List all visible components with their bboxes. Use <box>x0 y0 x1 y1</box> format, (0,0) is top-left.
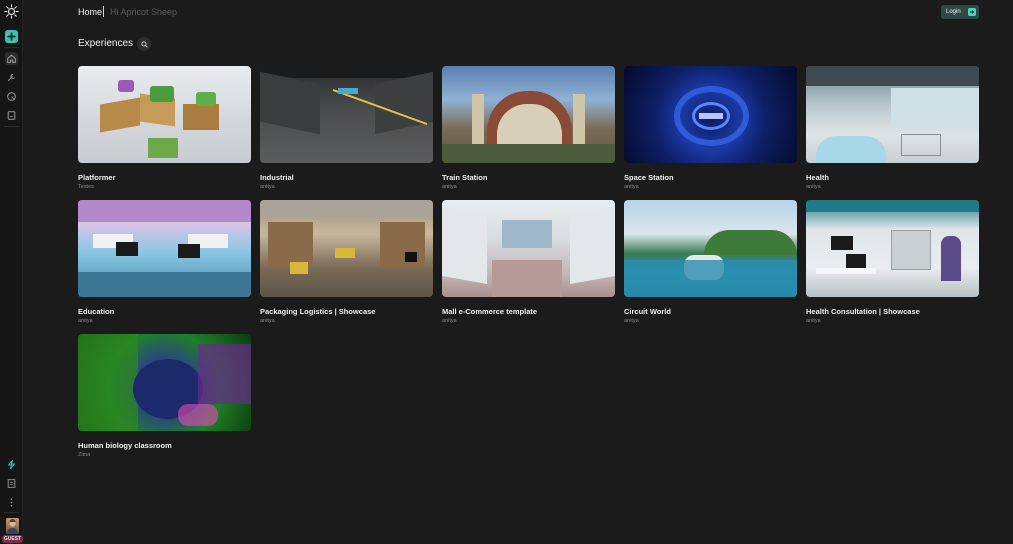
sidebar-item-more[interactable] <box>5 496 18 509</box>
experience-card[interactable]: Health anitya <box>806 66 979 190</box>
lightning-icon <box>7 459 16 470</box>
sunburst-logo-icon[interactable] <box>4 4 19 19</box>
card-title: Health Consultation | Showcase <box>806 307 920 316</box>
experience-card[interactable]: Mall e-Commerce template anitya <box>442 200 615 324</box>
experience-card[interactable]: Space Station anitya <box>624 66 797 190</box>
card-title: Space Station <box>624 173 674 182</box>
sidebar-item-home[interactable] <box>5 52 18 65</box>
card-thumbnail[interactable] <box>260 66 433 163</box>
sidebar-item-paint[interactable] <box>5 90 18 103</box>
sidebar-item-updates[interactable] <box>5 458 18 471</box>
docs-icon <box>7 479 16 488</box>
card-title: Health <box>806 173 829 182</box>
experience-card[interactable]: Train Station anitya <box>442 66 615 190</box>
card-title: Industrial <box>260 173 294 182</box>
page-title: Experiences <box>78 38 134 49</box>
card-author: anitya <box>624 318 639 324</box>
card-thumbnail[interactable] <box>442 200 615 297</box>
more-vertical-icon <box>10 498 13 507</box>
greeting-text: Hi Apricot Sheep <box>110 7 178 17</box>
experience-card[interactable]: Platformer Testes <box>78 66 251 190</box>
sidebar-item-tools[interactable] <box>5 71 18 84</box>
card-title: Human biology classroom <box>78 441 172 450</box>
experience-card[interactable]: Human biology classroom Zima <box>78 334 251 458</box>
card-title: Platformer <box>78 173 116 182</box>
experience-card[interactable]: Health Consultation | Showcase anitya <box>806 200 979 324</box>
sidebar: GUEST <box>0 0 23 544</box>
card-author: anitya <box>442 184 457 190</box>
sidebar-divider <box>4 512 19 513</box>
card-title: Mall e-Commerce template <box>442 307 538 316</box>
card-author: Zima <box>78 452 91 458</box>
card-author: Testes <box>78 184 94 190</box>
card-author: anitya <box>260 184 275 190</box>
card-thumbnail[interactable] <box>260 200 433 297</box>
guest-badge: GUEST <box>2 535 23 543</box>
sidebar-divider <box>4 126 19 127</box>
card-title: Education <box>78 307 115 316</box>
card-thumbnail[interactable] <box>806 200 979 297</box>
card-thumbnail[interactable] <box>78 200 251 297</box>
card-author: anitya <box>78 318 93 324</box>
card-thumbnail[interactable] <box>806 66 979 163</box>
login-arrow-icon <box>968 8 976 16</box>
paint-icon <box>7 92 16 101</box>
card-author: anitya <box>624 184 639 190</box>
search-button[interactable] <box>137 37 151 51</box>
card-thumbnail[interactable] <box>624 66 797 163</box>
experience-card[interactable]: Industrial anitya <box>260 66 433 190</box>
card-thumbnail[interactable] <box>624 200 797 297</box>
card-title: Packaging Logistics | Showcase <box>260 307 376 316</box>
breadcrumb-home[interactable]: Home <box>78 7 102 17</box>
tools-icon <box>7 73 16 82</box>
experience-card[interactable]: Packaging Logistics | Showcase anitya <box>260 200 433 324</box>
experience-card[interactable]: Education anitya <box>78 200 251 324</box>
login-button[interactable]: Login <box>941 5 979 19</box>
sidebar-item-docs[interactable] <box>5 477 18 490</box>
avatar[interactable] <box>6 518 19 534</box>
breadcrumb-separator <box>103 6 104 17</box>
search-icon <box>140 40 148 48</box>
card-title: Train Station <box>442 173 488 182</box>
sidebar-divider <box>4 47 19 48</box>
card-title: Circuit World <box>624 307 671 316</box>
card-thumbnail[interactable] <box>442 66 615 163</box>
sidebar-item-document[interactable] <box>5 109 18 122</box>
plus-icon <box>7 32 16 41</box>
add-button[interactable] <box>5 30 18 43</box>
card-author: anitya <box>442 318 457 324</box>
experience-card[interactable]: Circuit World anitya <box>624 200 797 324</box>
home-icon <box>7 54 16 63</box>
card-author: anitya <box>260 318 275 324</box>
card-author: anitya <box>806 318 821 324</box>
card-thumbnail[interactable] <box>78 334 251 431</box>
login-label: Login <box>946 9 961 15</box>
card-author: anitya <box>806 184 821 190</box>
card-thumbnail[interactable] <box>78 66 251 163</box>
document-icon <box>7 111 16 120</box>
